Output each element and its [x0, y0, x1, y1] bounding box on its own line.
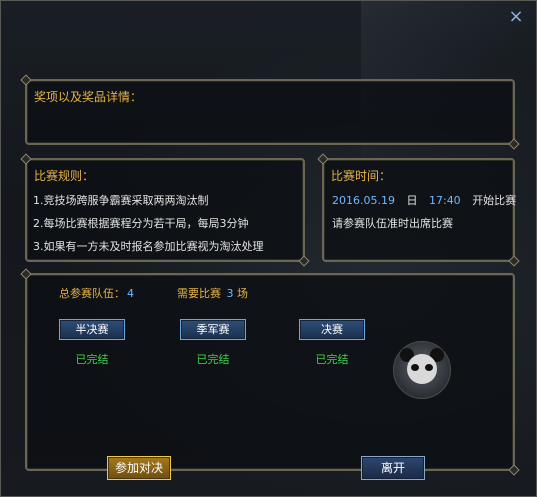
schedule-line: 2016.05.19 日 17:40 开始比赛: [332, 192, 516, 208]
third-place-status: 已完结: [196, 353, 230, 366]
panda-eye-left: [411, 364, 419, 371]
match-clock: 17:40: [428, 194, 461, 207]
rules-title: 比赛规则：: [34, 169, 95, 183]
rule-line-1: 1.竞技场跨服争霸赛采取两两淘汰制: [33, 194, 209, 207]
matches-stat: 需要比赛 3 场: [177, 285, 248, 301]
matches-value: 3: [226, 287, 234, 300]
match-date: 2016.05.19: [332, 194, 395, 207]
final-button[interactable]: 决赛: [299, 319, 365, 340]
stage-panel: 总参赛队伍： 4 需要比赛 3 场 半决赛 已完结 季军赛 已完结 决赛 已完结: [25, 273, 515, 471]
close-icon[interactable]: ×: [506, 7, 526, 27]
rule-line-2: 2.每场比赛根据赛程分为若干局，每局3分钟: [33, 217, 249, 230]
panda-face: [407, 354, 437, 384]
leave-button[interactable]: 离开: [361, 456, 425, 480]
semifinal-status: 已完结: [75, 353, 109, 366]
matches-label: 需要比赛: [177, 287, 221, 300]
teams-value: 4: [127, 287, 134, 300]
third-place-button[interactable]: 季军赛: [180, 319, 246, 340]
time-title: 比赛时间：: [331, 169, 392, 183]
matches-unit: 场: [237, 287, 248, 300]
panda-avatar: [393, 341, 451, 399]
start-label: 开始比赛: [472, 194, 517, 207]
day-label: 日: [406, 194, 418, 207]
teams-label: 总参赛队伍：: [59, 287, 125, 300]
tournament-window: × 奖项以及奖品详情： 比赛规则： 1.竞技场跨服争霸赛采取两两淘汰制 2.每场…: [0, 0, 537, 497]
semifinal-button[interactable]: 半决赛: [59, 319, 125, 340]
awards-title: 奖项以及奖品详情：: [34, 90, 143, 104]
rules-panel: 比赛规则： 1.竞技场跨服争霸赛采取两两淘汰制 2.每场比赛根据赛程分为若干局，…: [25, 158, 305, 262]
rule-line-3: 3.如果有一方未及时报名参加比赛视为淘汰处理: [33, 240, 264, 253]
awards-panel: 奖项以及奖品详情：: [25, 79, 515, 145]
panda-eye-right: [425, 364, 433, 371]
match-time-panel: 比赛时间： 2016.05.19 日 17:40 开始比赛 请参赛队伍准时出席比…: [322, 158, 516, 262]
final-status: 已完结: [315, 353, 349, 366]
attendance-notice: 请参赛队伍准时出席比赛: [332, 217, 453, 230]
join-match-button[interactable]: 参加对决: [107, 456, 171, 480]
teams-stat: 总参赛队伍： 4: [59, 285, 134, 301]
